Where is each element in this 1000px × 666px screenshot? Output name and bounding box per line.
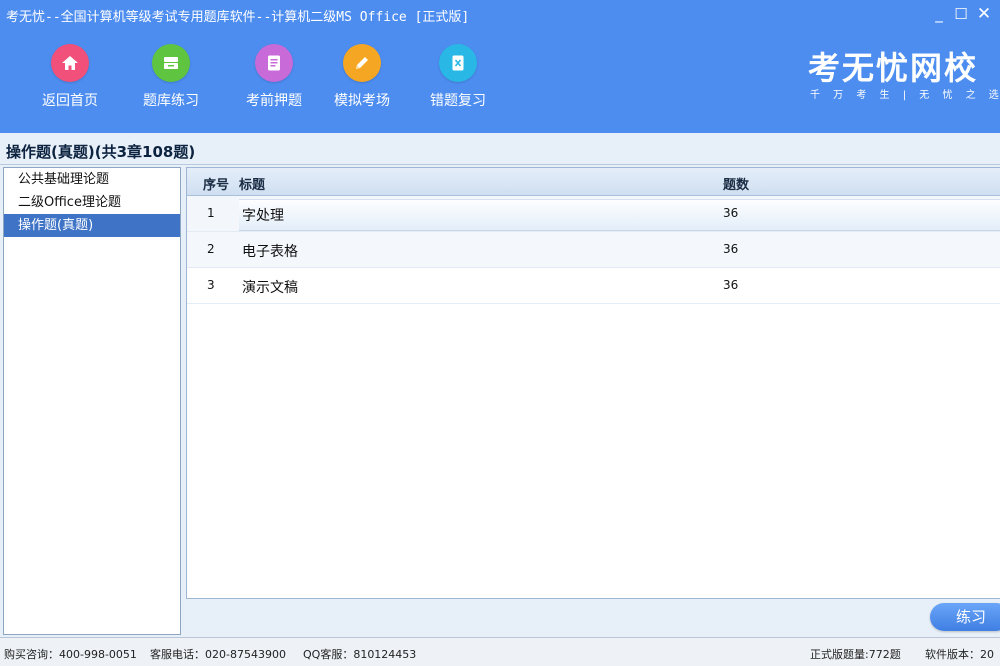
app-header: 考无忧--全国计算机等级考试专用题库软件--计算机二级MS Office [正式… [0,0,1000,133]
nav-mock-exam-button[interactable]: 模拟考场 [317,44,407,110]
nav-home-button[interactable]: 返回首页 [25,44,115,110]
status-bar: 购买咨询：400-998-0051 客服电话：020-87543900 QQ客服… [0,637,1000,666]
table-row[interactable]: 1 字处理 36 [187,196,1000,232]
table-header: 序号 标题 题数 [187,168,1000,196]
main-area: 公共基础理论题 二级Office理论题 操作题(真题) 序号 标题 题数 1 字… [0,165,1000,637]
logo-slogan: 千 万 考 生 | 无 忧 之 选 [810,90,1000,101]
row-no: 2 [207,242,215,256]
row-count: 36 [723,278,739,292]
column-header-title: 标题 [239,178,266,193]
row-title: 演示文稿 [242,280,298,296]
nav-question-bank-label: 题库练习 [143,93,199,109]
document-icon [255,44,293,82]
purchase-hotline: 购买咨询：400-998-0051 [4,648,137,661]
nav-error-review-button[interactable]: 错题复习 [413,44,503,110]
pencil-icon [343,44,381,82]
sidebar-item-basic-theory[interactable]: 公共基础理论题 [4,168,180,191]
table-row[interactable]: 2 电子表格 36 [187,232,1000,268]
nav-predicted-questions-label: 考前押题 [246,93,302,109]
table-row[interactable]: 3 演示文稿 36 [187,268,1000,304]
nav-predicted-questions-button[interactable]: 考前押题 [229,44,319,110]
sidebar-item-office-theory[interactable]: 二级Office理论题 [4,191,180,214]
minimize-button[interactable]: _ [928,4,950,24]
row-title: 字处理 [242,208,284,224]
nav-error-review-label: 错题复习 [430,93,486,109]
service-phone: 客服电话：020-87543900 [150,648,286,661]
maximize-button[interactable]: ☐ [950,4,972,24]
question-count: 正式版题量:772题 [810,648,901,661]
logo-text: 考无忧网校 [808,49,979,87]
row-no: 1 [207,206,215,220]
selected-row-highlight [239,199,1000,231]
qq-support: QQ客服：810124453 [303,648,417,661]
close-button[interactable]: ✕ [973,4,995,24]
chapter-sidebar: 公共基础理论题 二级Office理论题 操作题(真题) [3,167,181,635]
question-bank-icon [152,44,190,82]
home-icon [51,44,89,82]
window-title: 考无忧--全国计算机等级考试专用题库软件--计算机二级MS Office [正式… [6,10,470,25]
nav-mock-exam-label: 模拟考场 [334,93,390,109]
nav-home-label: 返回首页 [42,93,98,109]
column-header-no: 序号 [203,178,230,193]
practice-button[interactable]: 练习 [930,603,1000,631]
row-title: 电子表格 [242,244,298,260]
section-header: 操作题(真题)(共3章108题) [0,133,1000,165]
row-no: 3 [207,278,215,292]
software-version: 软件版本：20 [925,648,994,661]
brand-logo: 考无忧网校 千 万 考 生 | 无 忧 之 选 [808,49,1000,101]
row-count: 36 [723,206,739,220]
row-count: 36 [723,242,739,256]
sidebar-item-operation-questions[interactable]: 操作题(真题) [4,214,180,237]
question-table: 序号 标题 题数 1 字处理 36 2 电子表格 36 3 演示文稿 36 [186,167,1000,599]
section-title: 操作题(真题)(共3章108题) [6,143,196,161]
column-header-count: 题数 [723,178,750,193]
error-review-icon [439,44,477,82]
nav-question-bank-button[interactable]: 题库练习 [126,44,216,110]
